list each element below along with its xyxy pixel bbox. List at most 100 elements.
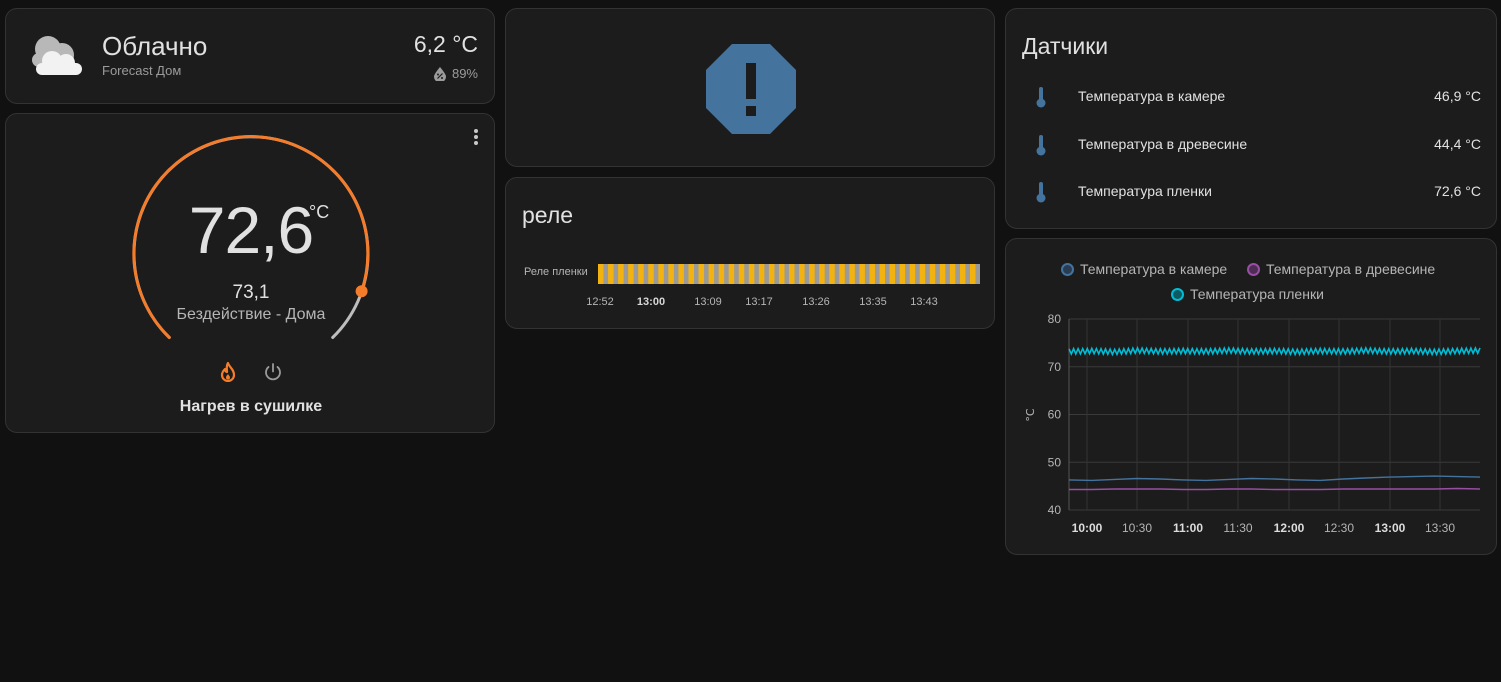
relay-off-segment: [844, 264, 850, 284]
x-tick-label: 11:30: [1223, 521, 1252, 535]
relay-off-segment: [965, 264, 970, 284]
relay-off-segment: [895, 264, 900, 284]
sensor-row[interactable]: Температура пленки 72,6 °C: [1006, 176, 1498, 206]
y-tick-label: 40: [1048, 503, 1062, 517]
relay-off-segment: [704, 264, 709, 284]
thermometer-icon: [1036, 87, 1046, 108]
sensors-title: Датчики: [1022, 33, 1109, 59]
relay-off-segment: [694, 264, 699, 284]
series-line[interactable]: [1069, 487, 1481, 491]
relay-off-segment: [623, 264, 629, 284]
relay-time-tick: 13:09: [694, 296, 722, 308]
water-percent-icon: [433, 66, 446, 81]
relay-off-segment: [864, 264, 870, 284]
relay-off-segment: [854, 264, 860, 284]
y-tick-label: 70: [1048, 360, 1062, 374]
weather-humidity: 89%: [433, 66, 478, 81]
relay-off-segment: [754, 264, 759, 284]
relay-off-segment: [915, 264, 920, 284]
relay-off-segment: [663, 264, 669, 284]
weather-location: Forecast Дом: [102, 63, 182, 78]
x-tick-label: 10:30: [1122, 521, 1152, 535]
relay-title: реле: [522, 202, 574, 228]
temperature-unit: °C: [309, 202, 330, 222]
sensor-row[interactable]: Температура в камере 46,9 °C: [1006, 81, 1498, 111]
x-tick-label: 11:00: [1173, 521, 1203, 535]
history-graph-card: Температура в камере Температура в древе…: [1005, 238, 1497, 555]
sensor-name: Температура пленки: [1078, 183, 1212, 199]
relay-series-label: Реле пленки: [524, 266, 588, 278]
relay-off-segment: [784, 264, 789, 284]
relay-time-tick: 13:35: [859, 296, 887, 308]
relay-off-segment: [764, 264, 769, 284]
relay-off-segment: [834, 264, 840, 284]
thermostat-name: Нагрев в сушилке: [179, 398, 323, 415]
current-temperature: 72,6: [188, 193, 314, 267]
y-axis-label: °C: [1024, 408, 1037, 422]
relay-off-segment: [935, 264, 940, 284]
relay-off-segment: [643, 264, 649, 284]
x-tick-label: 12:30: [1324, 521, 1354, 535]
sensor-value: 44,4 °C: [1434, 136, 1481, 152]
sensor-name: Температура в древесине: [1078, 136, 1248, 152]
relay-off-segment: [613, 264, 619, 284]
y-tick-label: 80: [1048, 312, 1062, 326]
relay-off-segment: [633, 264, 639, 284]
alert-card[interactable]: [505, 8, 995, 167]
line-chart[interactable]: 80 70 60 50 40 10:00 10:30 11:00 11:30 12:00 12:30…: [1006, 239, 1498, 556]
cloudy-icon: [32, 36, 82, 75]
sensor-name: Температура в камере: [1078, 88, 1226, 104]
relay-history-card: реле Реле пленки 12:52 13:00 13:09 13:17 13:…: [505, 177, 995, 329]
relay-off-segment: [603, 264, 609, 284]
relay-off-segment: [774, 264, 779, 284]
x-tick-label: 13:30: [1425, 521, 1455, 535]
relay-off-segment: [885, 264, 890, 284]
sensor-row[interactable]: Температура в древесине 44,4 °C: [1006, 129, 1498, 159]
relay-off-segment: [653, 264, 659, 284]
thermometer-icon: [1036, 182, 1046, 203]
thermostat-card: 72,6 °C 73,1 Бездействие - Дома Нагрев в…: [5, 113, 495, 433]
weather-temperature: 6,2 °C: [413, 31, 478, 57]
relay-off-segment: [804, 264, 810, 284]
relay-off-segment: [955, 264, 960, 284]
power-icon[interactable]: [263, 362, 283, 382]
relay-off-segment: [925, 264, 930, 284]
x-tick-label: 10:00: [1072, 521, 1103, 535]
alert-octagon-icon: [706, 44, 796, 134]
relay-off-segment: [794, 264, 800, 284]
relay-off-segment: [683, 264, 689, 284]
sensor-value: 72,6 °C: [1434, 183, 1481, 199]
thermometer-icon: [1036, 135, 1046, 156]
mode-buttons: [6, 362, 496, 382]
relay-time-tick: 13:00: [636, 296, 666, 308]
relay-off-segment: [975, 264, 980, 284]
relay-off-segment: [714, 264, 719, 284]
x-tick-label: 12:00: [1274, 521, 1305, 535]
relay-off-segment: [734, 264, 739, 284]
relay-off-segment: [824, 264, 830, 284]
weather-condition: Облачно: [102, 31, 208, 61]
hvac-status: Бездействие - Дома: [176, 306, 326, 323]
relay-off-segment: [673, 264, 679, 284]
relay-off-segment: [905, 264, 910, 284]
y-tick-label: 60: [1048, 408, 1062, 422]
relay-time-tick: 13:26: [802, 296, 830, 308]
relay-time-tick: 12:52: [586, 296, 614, 308]
series-line[interactable]: [1068, 345, 1481, 357]
fire-icon[interactable]: [219, 362, 237, 382]
relay-off-segment: [724, 264, 729, 284]
relay-time-axis: 12:52 13:00 13:09 13:17 13:26 13:35 13:43: [506, 296, 996, 312]
relay-off-segment: [874, 264, 880, 284]
y-tick-label: 50: [1048, 455, 1062, 469]
relay-off-segment: [945, 264, 950, 284]
humidity-value: 89%: [451, 66, 478, 81]
target-temperature: 73,1: [232, 282, 270, 303]
x-tick-label: 13:00: [1375, 521, 1406, 535]
series-line[interactable]: [1068, 475, 1481, 482]
weather-card[interactable]: Облачно Forecast Дом 6,2 °C 89%: [5, 8, 495, 104]
sensors-card: Датчики Температура в камере 46,9 °C Тем…: [1005, 8, 1497, 229]
relay-time-tick: 13:43: [910, 296, 938, 308]
relay-off-segment: [814, 264, 820, 284]
sensor-value: 46,9 °C: [1434, 88, 1481, 104]
relay-timeline[interactable]: [598, 264, 980, 284]
